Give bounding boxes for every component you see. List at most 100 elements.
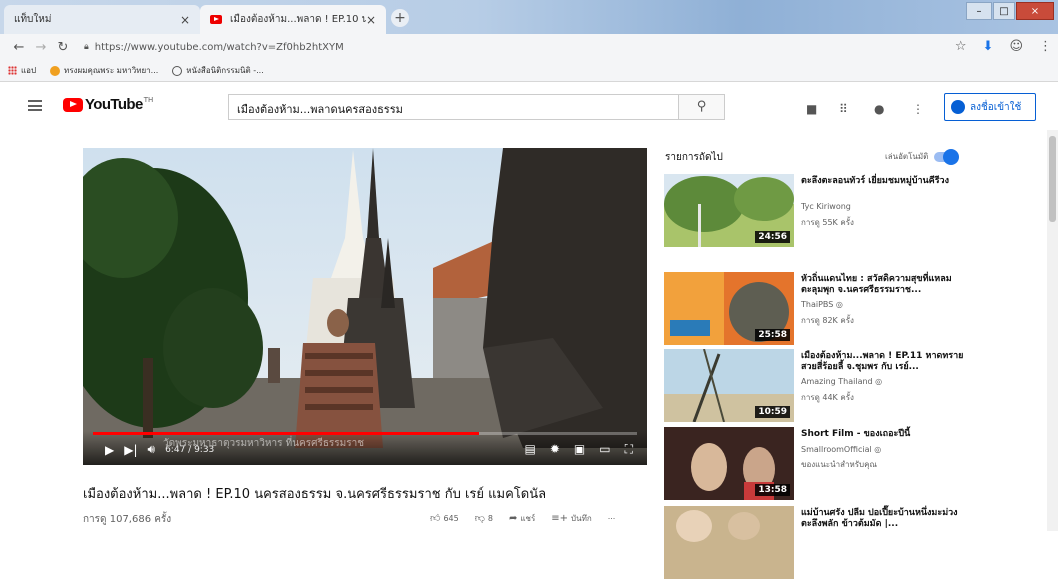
close-icon[interactable]: × <box>180 13 190 27</box>
logo-text: YouTube <box>85 96 143 113</box>
create-video-icon[interactable]: ■ <box>806 102 817 116</box>
thumbnail-image <box>664 506 794 579</box>
save-label: บันทึก <box>571 514 592 523</box>
settings-dots-icon[interactable]: ⋮ <box>912 102 924 116</box>
close-icon[interactable]: × <box>366 13 376 27</box>
sign-in-button[interactable]: ลงชื่อเข้าใช้ <box>944 93 1036 121</box>
download-icon[interactable]: ⬇ <box>983 39 994 54</box>
hamburger-menu-icon[interactable] <box>28 100 42 111</box>
next-icon[interactable]: ▶| <box>124 443 137 457</box>
fullscreen-icon[interactable]: ⛶ <box>625 442 633 457</box>
tab-label: เมืองต้องห้าม...พลาด ! EP.10 นครสองธ... <box>230 14 366 25</box>
forward-arrow-icon[interactable]: → <box>30 40 52 55</box>
autoplay-control: เล่นอัตโนมัติ <box>885 148 960 165</box>
share-icon: ➦ <box>508 513 518 524</box>
star-icon[interactable]: ☆ <box>955 39 967 54</box>
thumbs-down-icon: 👎︎ <box>474 513 485 524</box>
browser-tabstrip: แท็บใหม่ × เมืองต้องห้าม...พลาด ! EP.10 … <box>0 0 1058 34</box>
play-icon[interactable]: ▶ <box>105 443 114 457</box>
recommendation-views: ของแนะนำสำหรับคุณ <box>801 460 877 469</box>
autoplay-label: เล่นอัตโนมัติ <box>885 152 929 161</box>
like-button[interactable]: 👍︎ 645 <box>430 512 459 525</box>
recommendation-thumbnail[interactable]: 24:56 <box>664 174 794 247</box>
close-window-button[interactable]: × <box>1016 2 1054 20</box>
volume-icon[interactable]: 🔊︎ <box>148 442 156 457</box>
search-input[interactable]: เมืองต้องห้าม...พลาดนครสองธรรม <box>228 94 679 120</box>
profile-icon[interactable]: ☺ <box>1009 39 1023 54</box>
settings-gear-icon[interactable]: ✹ <box>550 442 560 457</box>
lock-icon: 🔒︎ <box>84 42 89 52</box>
bookmark-favicon-icon <box>50 65 61 76</box>
tab-new-tab[interactable]: แท็บใหม่ × <box>4 5 200 34</box>
current-time: 6:47 <box>165 444 186 455</box>
youtube-header: YouTube TH เมืองต้องห้าม...พลาดนครสองธรร… <box>0 82 1058 130</box>
maximize-button[interactable]: □ <box>993 2 1015 20</box>
apps-grid-icon <box>8 66 17 75</box>
apps-grid-icon[interactable]: ⠿ <box>839 102 848 116</box>
url-text: https://www.youtube.com/watch?v=Zf0hb2ht… <box>94 41 344 53</box>
recommendation-channel[interactable]: ThaiPBS ◎ <box>801 300 843 309</box>
reload-icon[interactable]: ↻ <box>52 40 74 55</box>
sign-in-label: ลงชื่อเข้าใช้ <box>970 101 1022 113</box>
bookmark-item[interactable]: ทรงผมคุณพระ มหาวิทยา... <box>50 64 158 77</box>
save-button[interactable]: ≡+ บันทึก <box>551 512 591 525</box>
recommendation-item[interactable]: 24:56 ตะลึงตะลอนทัวร์ เยี่ยมชมหมู่บ้านคี… <box>664 174 994 250</box>
duration-badge: 10:59 <box>755 406 790 418</box>
bookmark-label: แอป <box>21 66 37 75</box>
autoplay-toggle[interactable] <box>934 148 960 165</box>
miniplayer-icon[interactable]: ▣ <box>574 442 585 457</box>
url-field[interactable]: 🔒︎ https://www.youtube.com/watch?v=Zf0hb… <box>84 42 344 53</box>
theater-mode-icon[interactable]: ▭ <box>599 442 610 457</box>
recommendation-title[interactable]: Short Film - ของเถอะปีนี้ <box>801 429 971 440</box>
recommendation-title[interactable]: เมืองต้องห้าม...พลาด ! EP.11 หาดทรายสวยส… <box>801 351 971 373</box>
bookmark-label: หนังสือนิติกรรมนิติ -... <box>186 66 264 75</box>
bookmark-item[interactable]: หนังสือนิติกรรมนิติ -... <box>172 64 264 77</box>
progress-bar[interactable] <box>93 432 637 435</box>
duration-badge: 25:58 <box>755 329 790 341</box>
recommendation-title[interactable]: ตะลึงตะลอนทัวร์ เยี่ยมชมหมู่บ้านคีรีวง <box>801 176 971 187</box>
search-button[interactable]: ⚲ <box>679 94 725 120</box>
like-count: 645 <box>443 514 459 523</box>
bookmark-apps[interactable]: แอป <box>8 64 36 77</box>
video-title: เมืองต้องห้าม...พลาด ! EP.10 นครสองธรรม … <box>83 487 547 502</box>
messages-icon[interactable]: ● <box>874 102 884 116</box>
back-arrow-icon[interactable]: ← <box>8 40 30 55</box>
recommendation-channel[interactable]: Amazing Thailand ◎ <box>801 377 882 386</box>
recommendation-item[interactable]: 13:58 Short Film - ของเถอะปีนี้ Smallroo… <box>664 427 994 503</box>
up-next-heading: รายการถัดไป <box>665 152 723 163</box>
tab-youtube[interactable]: เมืองต้องห้าม...พลาด ! EP.10 นครสองธ... … <box>200 5 386 34</box>
recommendation-item[interactable]: 10:59 เมืองต้องห้าม...พลาด ! EP.11 หาดทร… <box>664 349 994 425</box>
video-player[interactable]: วัดพระมหาธาตุวรมหาวิหาร ที่นครศรีธรรมราช… <box>83 148 647 465</box>
dislike-button[interactable]: 👎︎ 8 <box>475 512 493 525</box>
recommendation-item[interactable]: 25:58 หัวถิ่นแดนไทย : สวัสดิความสุขที่แห… <box>664 272 994 348</box>
recommendation-thumbnail[interactable]: 25:58 <box>664 272 794 345</box>
more-actions-button[interactable]: ... <box>608 512 616 525</box>
recommendation-channel[interactable]: Tyc Kiriwong <box>801 202 851 211</box>
duration: 9:33 <box>194 444 215 455</box>
view-count: การดู 107,686 ครั้ง <box>83 514 172 525</box>
account-icon <box>951 100 965 114</box>
youtube-favicon-icon <box>210 15 222 24</box>
recommendation-thumbnail[interactable]: 13:58 <box>664 427 794 500</box>
new-tab-button[interactable]: + <box>391 9 409 27</box>
duration-badge: 24:56 <box>755 231 790 243</box>
recommendation-title[interactable]: แม่บ้านศรัง ปลีม ปอเปี๊ยะบ้านหนึ่งมะม่วง… <box>801 508 971 530</box>
time-display: 6:47 / 9:33 <box>165 444 215 455</box>
recommendation-thumbnail[interactable] <box>664 506 794 579</box>
tab-label: แท็บใหม่ <box>14 14 52 25</box>
subtitles-icon[interactable]: ▤ <box>525 442 536 457</box>
duration-badge: 13:58 <box>755 484 790 496</box>
share-label: แชร์ <box>520 514 536 523</box>
recommendation-title[interactable]: หัวถิ่นแดนไทย : สวัสดิความสุขที่แหลมตะลุ… <box>801 274 971 296</box>
address-bar: ← → ↻ 🔒︎ https://www.youtube.com/watch?v… <box>0 34 1058 60</box>
menu-dots-icon[interactable]: ⋮ <box>1039 39 1052 54</box>
page-scrollbar[interactable] <box>1047 130 1058 531</box>
recommendation-channel[interactable]: SmallroomOfficial ◎ <box>801 445 881 454</box>
share-button[interactable]: ➦ แชร์ <box>509 512 535 525</box>
minimize-button[interactable]: – <box>966 2 992 20</box>
video-frame <box>83 148 647 465</box>
youtube-logo[interactable]: YouTube TH <box>63 96 153 113</box>
recommendation-item[interactable]: แม่บ้านศรัง ปลีม ปอเปี๊ยะบ้านหนึ่งมะม่วง… <box>664 506 994 582</box>
scrollbar-thumb[interactable] <box>1049 136 1056 222</box>
recommendation-thumbnail[interactable]: 10:59 <box>664 349 794 422</box>
